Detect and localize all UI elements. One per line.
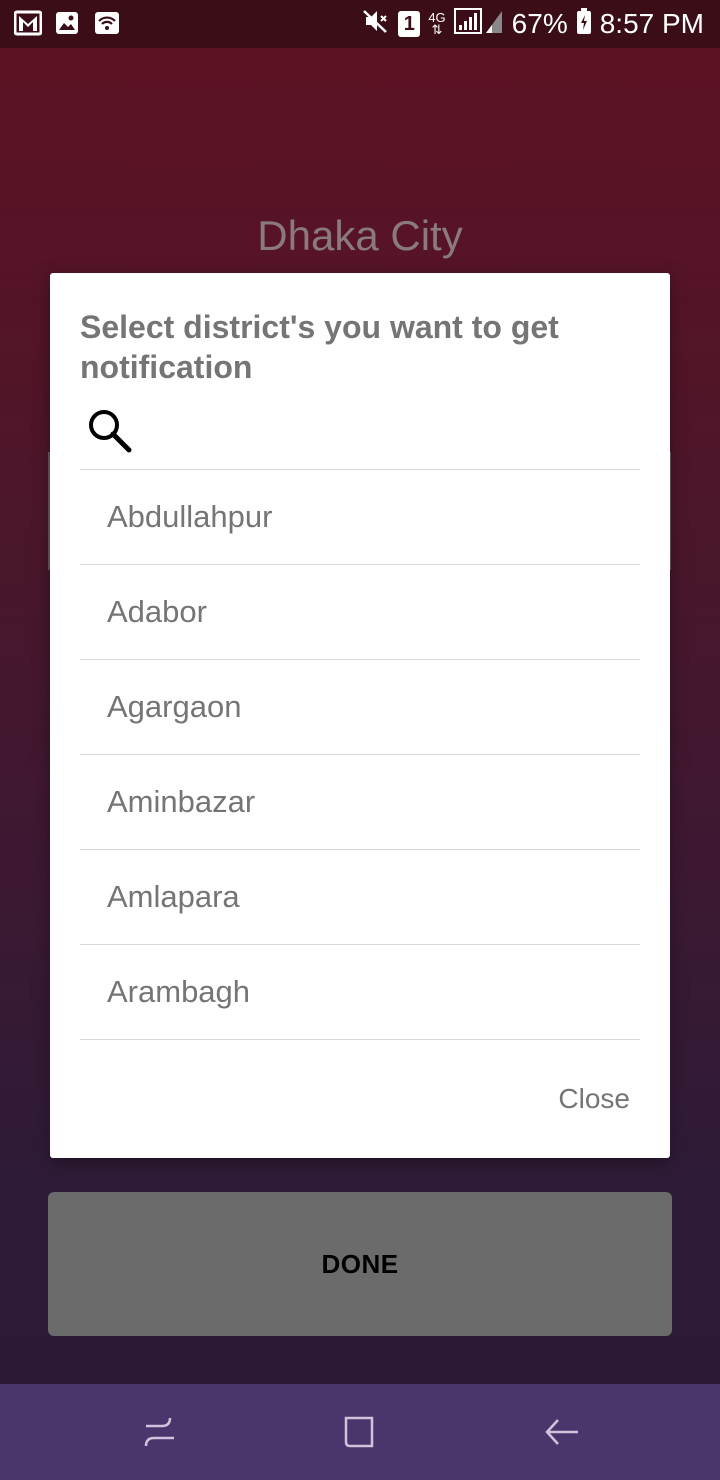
home-icon[interactable] bbox=[340, 1412, 380, 1452]
data-arrows-icon: 4G ⇅ bbox=[428, 10, 446, 37]
navigation-bar bbox=[0, 1384, 720, 1480]
battery-percent: 67% bbox=[511, 8, 568, 39]
search-input[interactable] bbox=[80, 403, 640, 470]
wifi-icon bbox=[94, 10, 122, 36]
network-type-label: 4G bbox=[428, 10, 446, 25]
battery-icon bbox=[576, 7, 592, 42]
gmail-icon bbox=[13, 10, 43, 36]
district-item[interactable]: Aminbazar bbox=[80, 755, 640, 850]
district-item[interactable]: Adabor bbox=[80, 565, 640, 660]
done-button[interactable]: DONE bbox=[48, 1192, 672, 1336]
image-icon bbox=[54, 10, 82, 36]
recents-icon[interactable] bbox=[140, 1412, 180, 1452]
dialog-title: Select district's you want to get notifi… bbox=[80, 309, 559, 385]
district-item[interactable]: Abdullahpur bbox=[80, 470, 640, 565]
sim-icon: 1 bbox=[398, 11, 421, 37]
mute-icon bbox=[360, 7, 390, 42]
district-item[interactable]: Agargaon bbox=[80, 660, 640, 755]
page-title: Dhaka City bbox=[257, 212, 463, 259]
district-select-dialog: Select district's you want to get notifi… bbox=[50, 273, 670, 1158]
back-icon[interactable] bbox=[542, 1412, 582, 1452]
district-item[interactable]: Arambagh bbox=[80, 945, 640, 1040]
status-bar: 1 4G ⇅ 67% 8:57 PM bbox=[0, 0, 720, 48]
app-screen: 1 4G ⇅ 67% 8:57 PM Dhaka City DONE Selec… bbox=[0, 0, 720, 1480]
signal-icon bbox=[453, 7, 504, 42]
district-item[interactable]: Amlapara bbox=[80, 850, 640, 945]
close-button[interactable]: Close bbox=[558, 1083, 630, 1115]
district-list: Abdullahpur Adabor Agargaon Aminbazar Amlapa… bbox=[80, 470, 640, 1040]
clock: 8:57 PM bbox=[599, 8, 704, 39]
search-icon[interactable] bbox=[86, 407, 134, 455]
